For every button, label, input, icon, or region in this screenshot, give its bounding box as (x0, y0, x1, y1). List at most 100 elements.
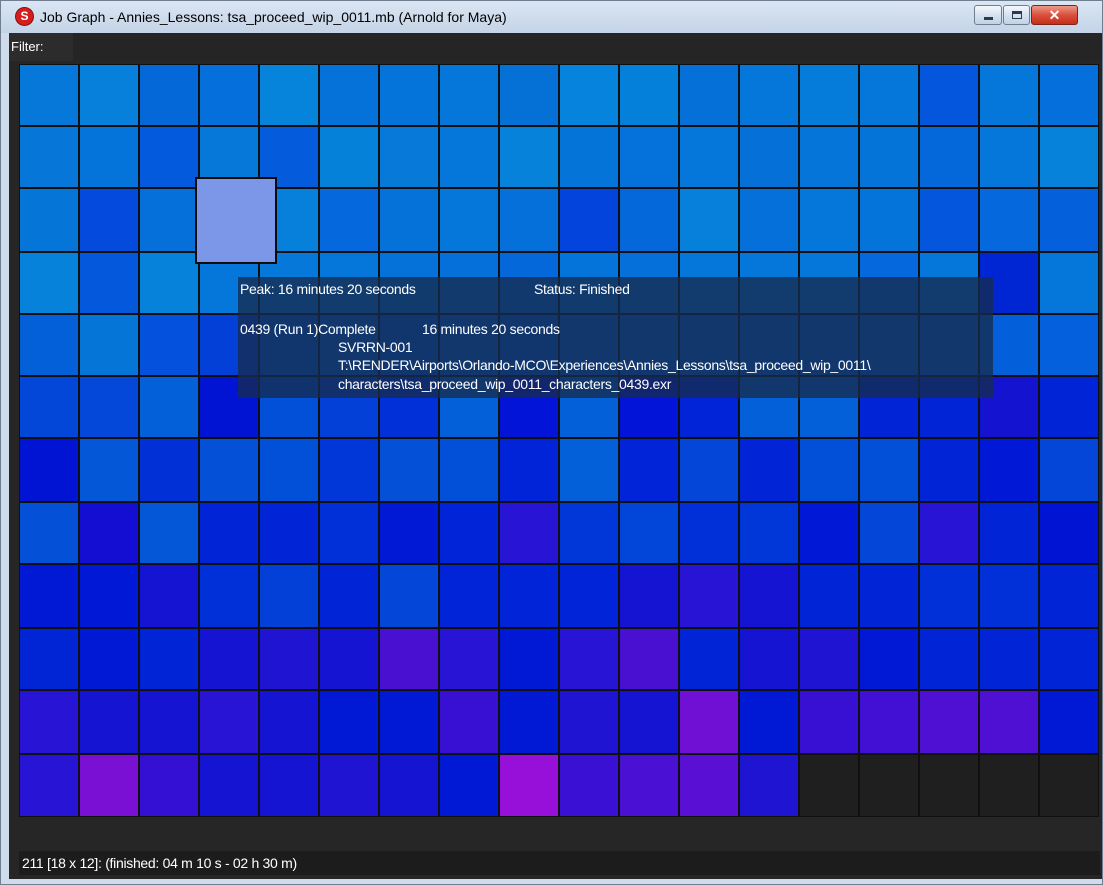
task-cell[interactable] (679, 438, 739, 502)
task-cell[interactable] (199, 502, 259, 564)
task-cell[interactable] (19, 252, 79, 314)
task-cell[interactable] (139, 252, 199, 314)
task-cell[interactable] (1039, 438, 1099, 502)
task-cell[interactable] (619, 126, 679, 188)
task-cell[interactable] (979, 64, 1039, 126)
task-cell[interactable] (199, 64, 259, 126)
task-cell[interactable] (19, 188, 79, 252)
task-cell[interactable] (439, 502, 499, 564)
task-cell[interactable] (1039, 564, 1099, 628)
task-cell[interactable] (499, 188, 559, 252)
task-cell[interactable] (79, 126, 139, 188)
task-cell[interactable] (319, 754, 379, 817)
task-cell[interactable] (859, 564, 919, 628)
task-cell[interactable] (499, 628, 559, 690)
task-cell[interactable] (79, 564, 139, 628)
task-cell[interactable] (79, 754, 139, 817)
task-cell[interactable] (139, 188, 199, 252)
task-cell[interactable] (379, 754, 439, 817)
task-cell[interactable] (799, 690, 859, 754)
task-cell[interactable] (559, 188, 619, 252)
task-cell[interactable] (679, 690, 739, 754)
task-cell[interactable] (379, 690, 439, 754)
task-cell[interactable] (679, 126, 739, 188)
filter-input[interactable] (73, 33, 1102, 61)
task-cell[interactable] (559, 564, 619, 628)
task-cell[interactable] (739, 188, 799, 252)
task-cell[interactable] (859, 64, 919, 126)
task-cell[interactable] (619, 754, 679, 817)
task-cell[interactable] (919, 628, 979, 690)
task-cell[interactable] (259, 564, 319, 628)
task-cell[interactable] (619, 502, 679, 564)
task-cell[interactable] (19, 754, 79, 817)
task-cell[interactable] (739, 502, 799, 564)
task-cell[interactable] (559, 754, 619, 817)
task-cell[interactable] (799, 502, 859, 564)
task-cell[interactable] (79, 628, 139, 690)
task-cell[interactable] (919, 564, 979, 628)
task-cell[interactable] (259, 438, 319, 502)
task-cell[interactable] (139, 314, 199, 376)
task-cell[interactable] (799, 64, 859, 126)
task-cell[interactable] (1039, 64, 1099, 126)
task-cell[interactable] (19, 64, 79, 126)
task-cell[interactable] (319, 438, 379, 502)
task-cell[interactable] (739, 126, 799, 188)
task-cell[interactable] (319, 628, 379, 690)
task-cell[interactable] (379, 126, 439, 188)
task-cell[interactable] (859, 188, 919, 252)
task-cell[interactable] (439, 126, 499, 188)
task-cell[interactable] (79, 438, 139, 502)
task-cell[interactable] (559, 126, 619, 188)
task-cell[interactable] (499, 564, 559, 628)
task-cell[interactable] (1039, 628, 1099, 690)
task-cell[interactable] (619, 628, 679, 690)
task-cell[interactable] (919, 502, 979, 564)
task-cell[interactable] (259, 754, 319, 817)
task-cell[interactable] (619, 188, 679, 252)
task-cell[interactable] (979, 502, 1039, 564)
task-cell[interactable] (139, 628, 199, 690)
task-cell[interactable] (919, 690, 979, 754)
task-cell[interactable] (439, 64, 499, 126)
task-cell[interactable] (799, 564, 859, 628)
task-cell[interactable] (919, 438, 979, 502)
task-cell[interactable] (139, 502, 199, 564)
task-cell[interactable] (379, 628, 439, 690)
task-cell[interactable] (19, 564, 79, 628)
task-cell[interactable] (319, 126, 379, 188)
task-cell[interactable] (499, 690, 559, 754)
task-cell[interactable] (499, 438, 559, 502)
task-cell[interactable] (1039, 126, 1099, 188)
task-cell[interactable] (559, 64, 619, 126)
task-cell[interactable] (739, 690, 799, 754)
close-button[interactable]: ✕ (1031, 5, 1078, 25)
task-cell[interactable] (919, 126, 979, 188)
task-cell[interactable] (199, 438, 259, 502)
task-cell[interactable] (979, 690, 1039, 754)
task-cell[interactable] (199, 690, 259, 754)
task-cell[interactable] (439, 754, 499, 817)
task-cell-selected[interactable] (195, 177, 277, 264)
task-cell[interactable] (679, 64, 739, 126)
task-cell[interactable] (379, 564, 439, 628)
task-cell[interactable] (559, 502, 619, 564)
task-cell[interactable] (739, 564, 799, 628)
task-cell[interactable] (439, 564, 499, 628)
task-cell[interactable] (439, 690, 499, 754)
task-cell[interactable] (799, 188, 859, 252)
task-cell[interactable] (979, 628, 1039, 690)
task-cell[interactable] (139, 754, 199, 817)
task-cell[interactable] (259, 628, 319, 690)
task-cell[interactable] (979, 438, 1039, 502)
task-cell[interactable] (439, 438, 499, 502)
task-cell[interactable] (559, 628, 619, 690)
task-cell[interactable] (679, 754, 739, 817)
task-cell[interactable] (979, 188, 1039, 252)
task-cell[interactable] (319, 690, 379, 754)
task-cell[interactable] (199, 628, 259, 690)
task-cell[interactable] (679, 564, 739, 628)
task-cell[interactable] (919, 64, 979, 126)
task-cell[interactable] (79, 502, 139, 564)
